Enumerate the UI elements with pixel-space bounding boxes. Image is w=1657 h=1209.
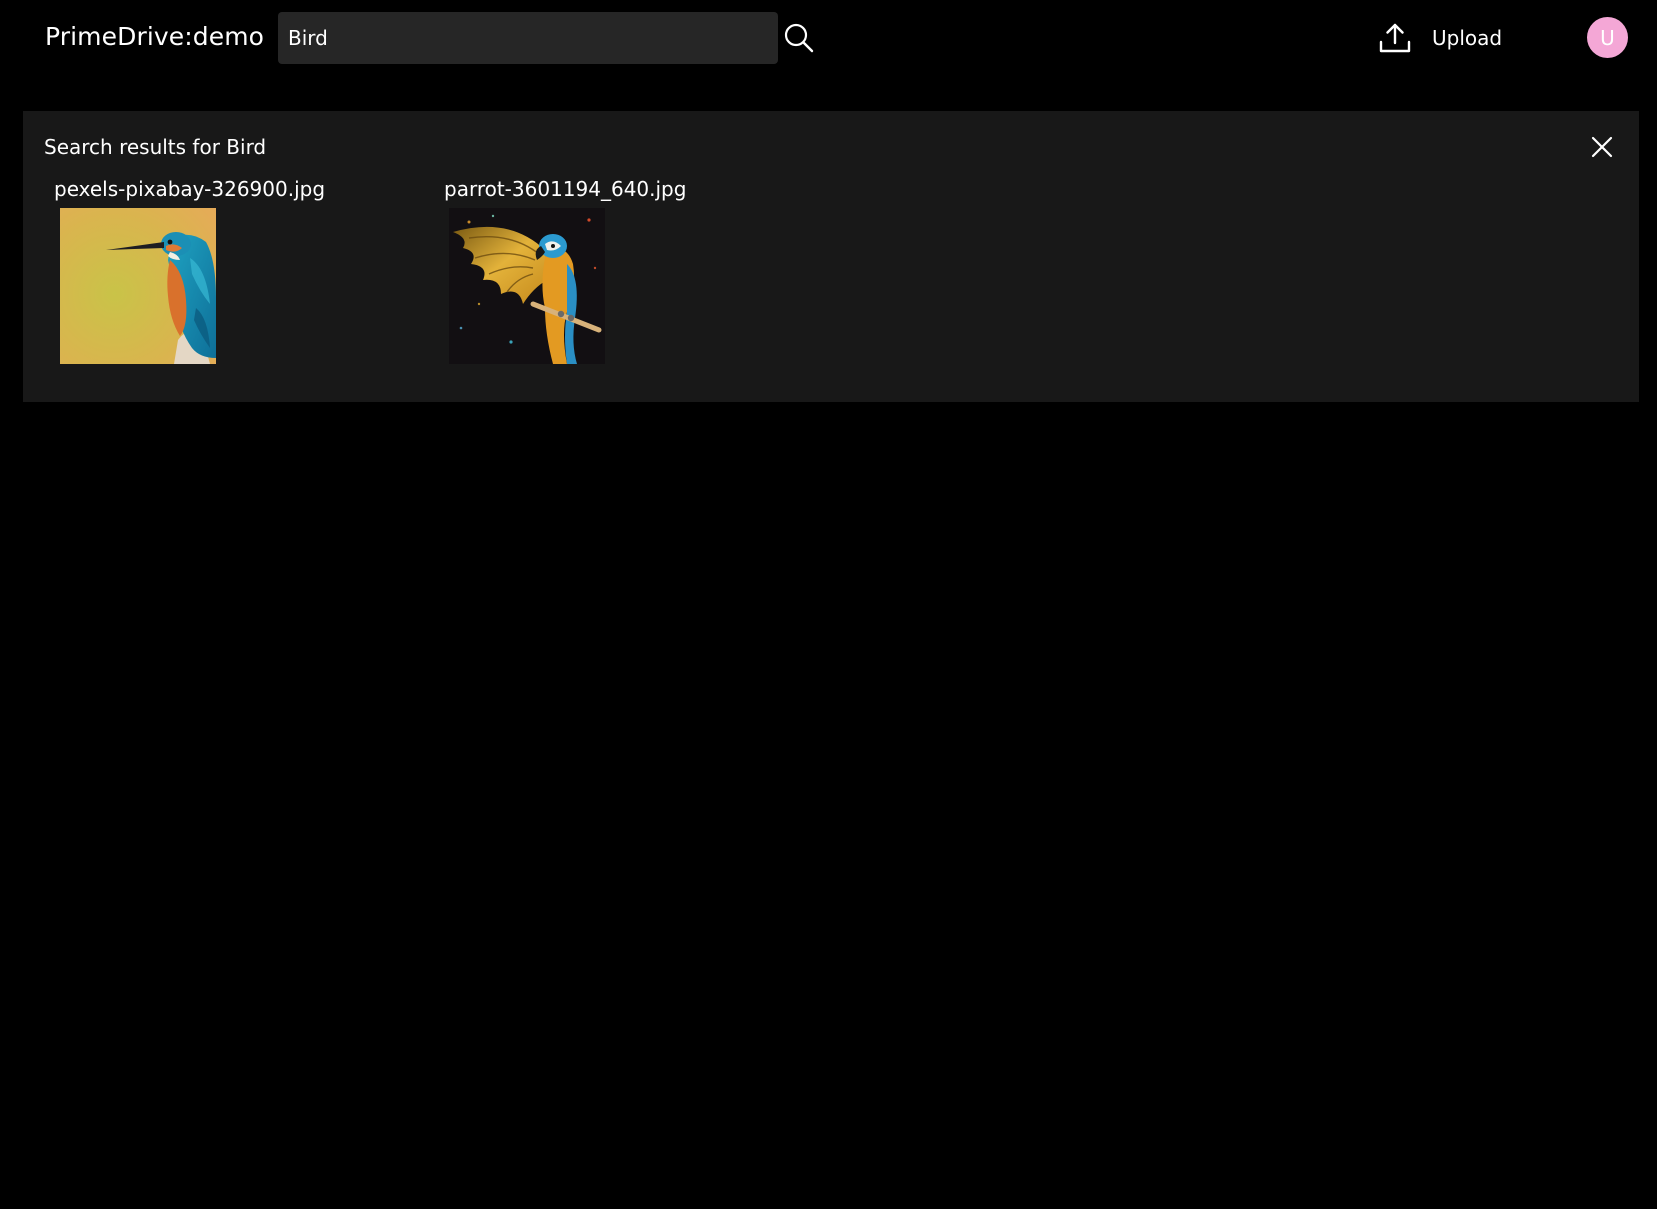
kingfisher-image	[60, 208, 216, 364]
upload-icon	[1379, 23, 1411, 53]
image-thumbnail-kingfisher[interactable]	[60, 208, 216, 364]
result-item-parrot[interactable]: parrot-3601194_640.jpg	[444, 175, 687, 364]
app-brand[interactable]: PrimeDrive:demo	[45, 20, 264, 54]
search-button[interactable]	[783, 22, 815, 54]
image-thumbnail-parrot[interactable]	[449, 208, 605, 364]
avatar-initial: U	[1600, 25, 1615, 50]
search-input[interactable]	[278, 12, 778, 64]
search-field[interactable]	[278, 12, 778, 64]
upload-button[interactable]: Upload	[1378, 18, 1528, 58]
result-item-kingfisher[interactable]: pexels-pixabay-326900.jpg	[54, 175, 326, 364]
result-filename: parrot-3601194_640.jpg	[444, 177, 687, 201]
result-filename: pexels-pixabay-326900.jpg	[54, 177, 326, 201]
user-avatar[interactable]: U	[1587, 17, 1628, 58]
search-results-panel: Search results for Bird pexels-pixabay-3…	[23, 111, 1639, 402]
parrot-image	[449, 208, 605, 364]
search-results-heading: Search results for Bird	[44, 135, 267, 159]
search-icon	[784, 23, 814, 53]
upload-label: Upload	[1432, 26, 1503, 50]
close-icon	[1591, 136, 1613, 158]
close-results-button[interactable]	[1589, 134, 1615, 160]
top-bar: PrimeDrive:demo Upload U	[0, 0, 1657, 76]
